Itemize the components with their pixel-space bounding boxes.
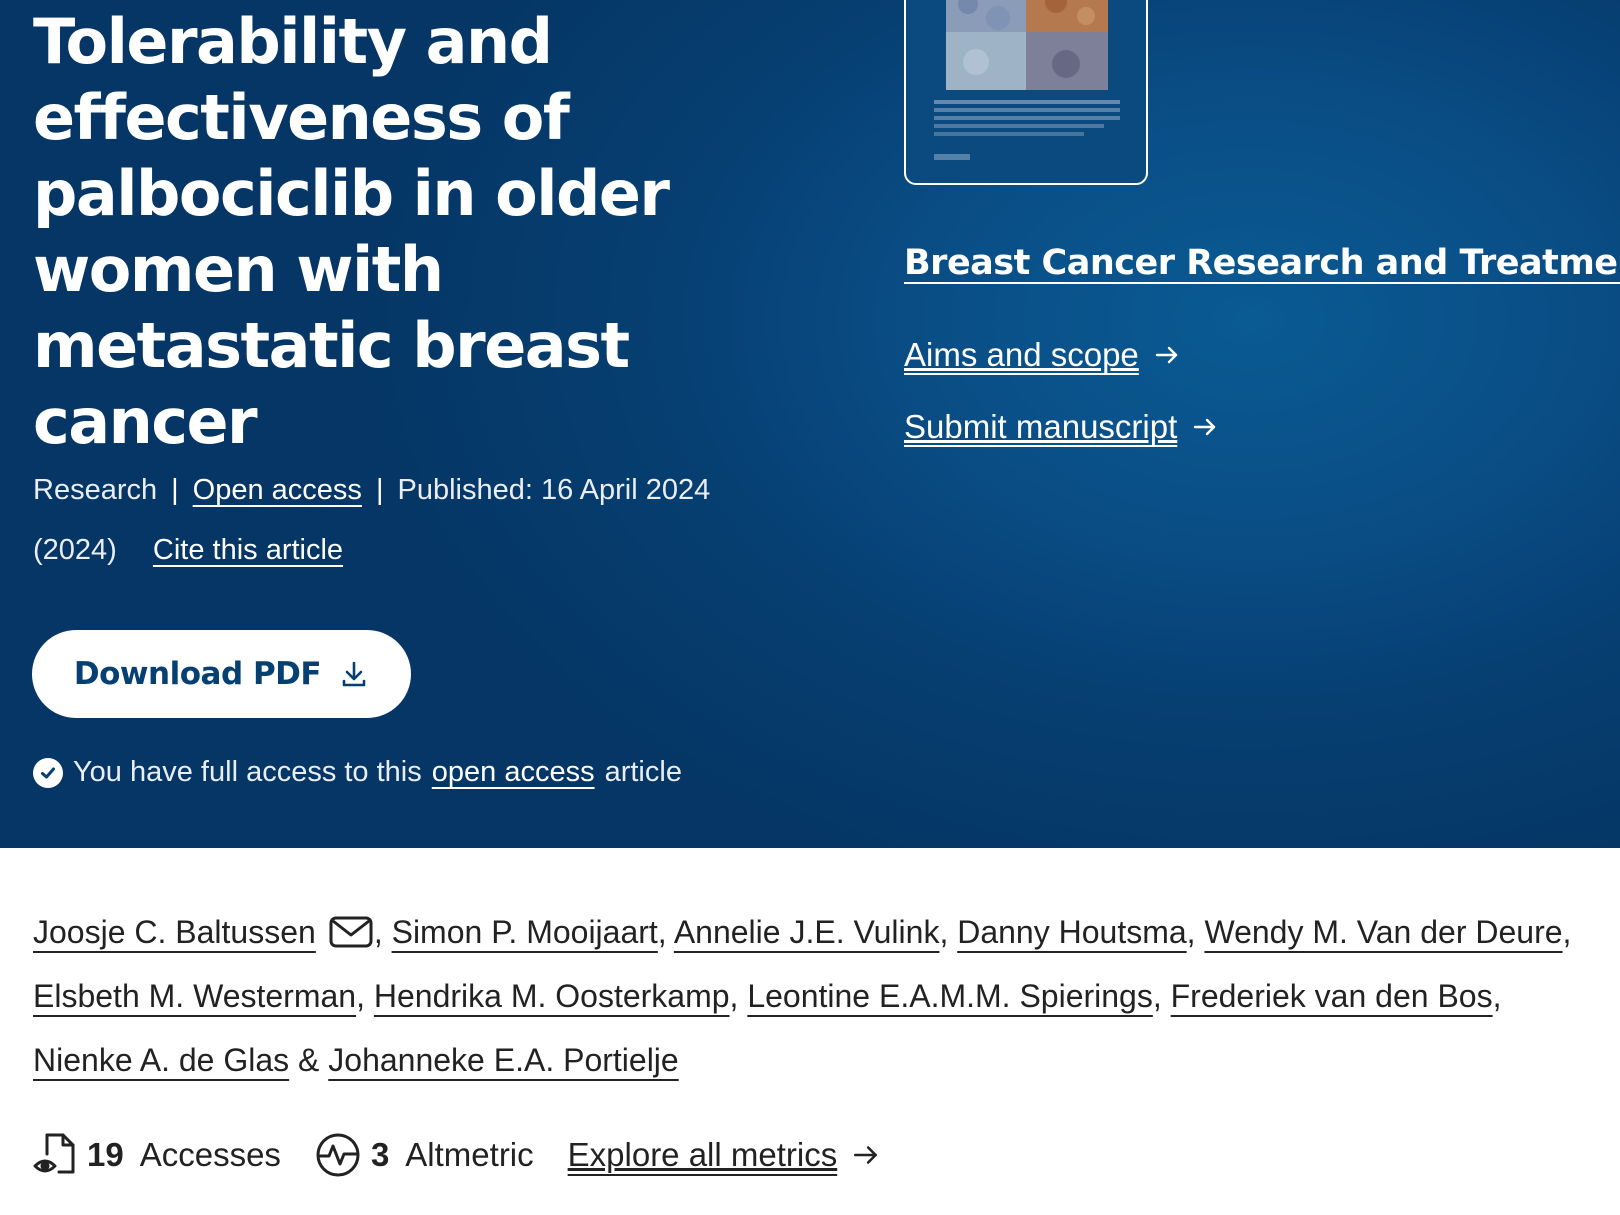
article-metrics: 19 Accesses 3 Altmetric Explore all metr… [33,1132,881,1178]
open-access-info-link[interactable]: open access [432,756,595,789]
aims-and-scope-link[interactable]: Aims and scope [904,336,1181,374]
published-date: Published: 16 April 2024 [397,474,711,506]
accesses-metric: 19 Accesses [33,1132,281,1178]
arrow-right-icon [1155,346,1177,364]
accesses-label: Accesses [139,1136,281,1173]
pulse-circle-icon [316,1133,360,1177]
aims-and-scope-label: Aims and scope [904,336,1139,373]
download-pdf-label: Download PDF [73,656,322,692]
meta-separator: | [375,474,384,506]
article-type: Research [33,474,158,506]
access-note: You have full access to this open access… [33,756,682,789]
author-link[interactable]: Hendrika M. Oosterkamp [374,978,730,1014]
journal-cover-art [934,0,1120,160]
mail-icon[interactable] [328,915,374,949]
article-header: Tolerability and effectiveness of palboc… [0,0,1620,848]
author-link[interactable]: Elsbeth M. Westerman [33,978,356,1014]
access-note-suffix: article [604,756,682,788]
submit-manuscript-label: Submit manuscript [904,408,1178,445]
author-link[interactable]: Frederiek van den Bos [1171,978,1493,1014]
author-link[interactable]: Joosje C. Baltussen [33,914,316,950]
meta-separator: | [171,474,179,506]
author-link[interactable]: Danny Houtsma [957,914,1186,950]
submit-manuscript-link[interactable]: Submit manuscript [904,408,1219,446]
document-eye-icon [33,1133,75,1174]
arrow-right-icon [854,1146,878,1164]
accesses-count: 19 [87,1136,124,1173]
author-link[interactable]: Simon P. Mooijaart [392,914,658,950]
author-link[interactable]: Annelie J.E. Vulink [674,914,940,950]
author-list: Joosje C. Baltussen, Simon P. Mooijaart,… [33,914,1572,1078]
download-pdf-button[interactable]: Download PDF [32,630,411,718]
explore-metrics-label: Explore all metrics [567,1136,838,1173]
author-link[interactable]: Johanneke E.A. Portielje [328,1042,678,1078]
article-year: (2024) [33,534,117,566]
altmetric-count: 3 [370,1136,390,1173]
article-meta-second: (2024) Cite this article [33,534,343,567]
open-access-link[interactable]: Open access [193,474,362,506]
journal-cover-image[interactable] [904,0,1148,185]
check-circle-icon [33,757,63,788]
journal-title-link[interactable]: Breast Cancer Research and Treatment [904,243,1620,283]
arrow-right-icon [1194,418,1216,436]
article-title: Tolerability and effectiveness of palboc… [33,5,670,458]
author-link[interactable]: Wendy M. Van der Deure [1204,914,1562,950]
author-link[interactable]: Nienke A. de Glas [33,1042,289,1078]
access-note-prefix: You have full access to this [73,756,422,788]
explore-metrics-link[interactable]: Explore all metrics [568,1136,882,1174]
download-icon [342,661,366,687]
altmetric-label: Altmetric [405,1136,534,1173]
author-link[interactable]: Leontine E.A.M.M. Spierings [747,978,1153,1014]
cite-article-link[interactable]: Cite this article [153,534,343,566]
article-meta: Research | Open access | Published: 16 April… [33,474,710,507]
altmetric-metric: 3 Altmetric [315,1132,534,1178]
